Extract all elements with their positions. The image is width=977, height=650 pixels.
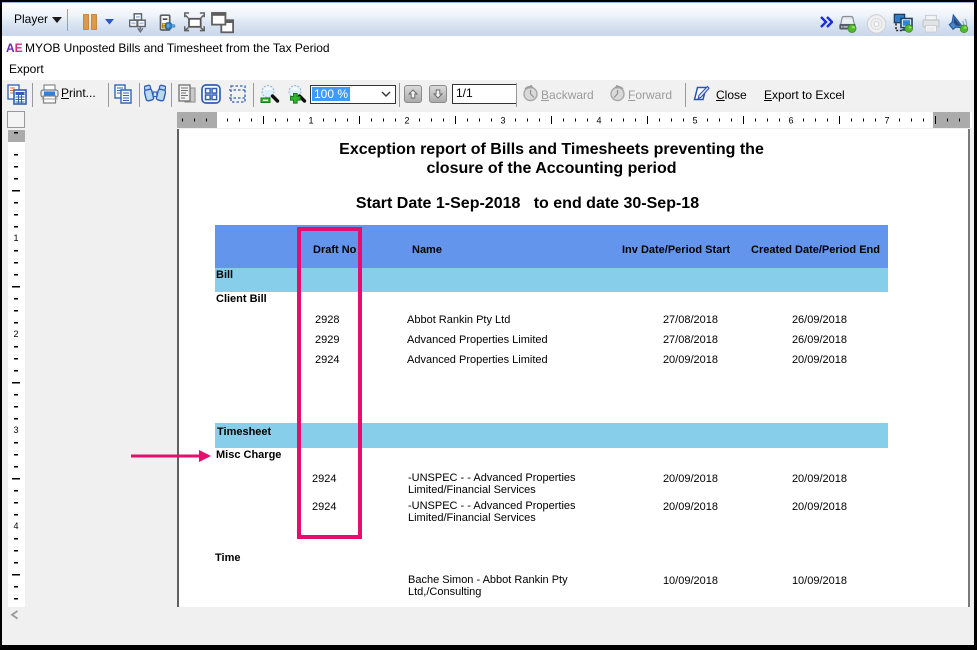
svg-text:4: 4: [596, 116, 601, 126]
svg-text:7: 7: [884, 116, 889, 126]
svg-text:1: 1: [13, 233, 18, 243]
svg-text:2: 2: [404, 116, 409, 126]
svg-text:4: 4: [13, 521, 18, 531]
svg-text:3: 3: [13, 425, 18, 435]
svg-text:5: 5: [692, 116, 697, 126]
svg-text:2: 2: [13, 329, 18, 339]
svg-text:3: 3: [500, 116, 505, 126]
svg-text:6: 6: [788, 116, 793, 126]
svg-text:1: 1: [308, 116, 313, 126]
